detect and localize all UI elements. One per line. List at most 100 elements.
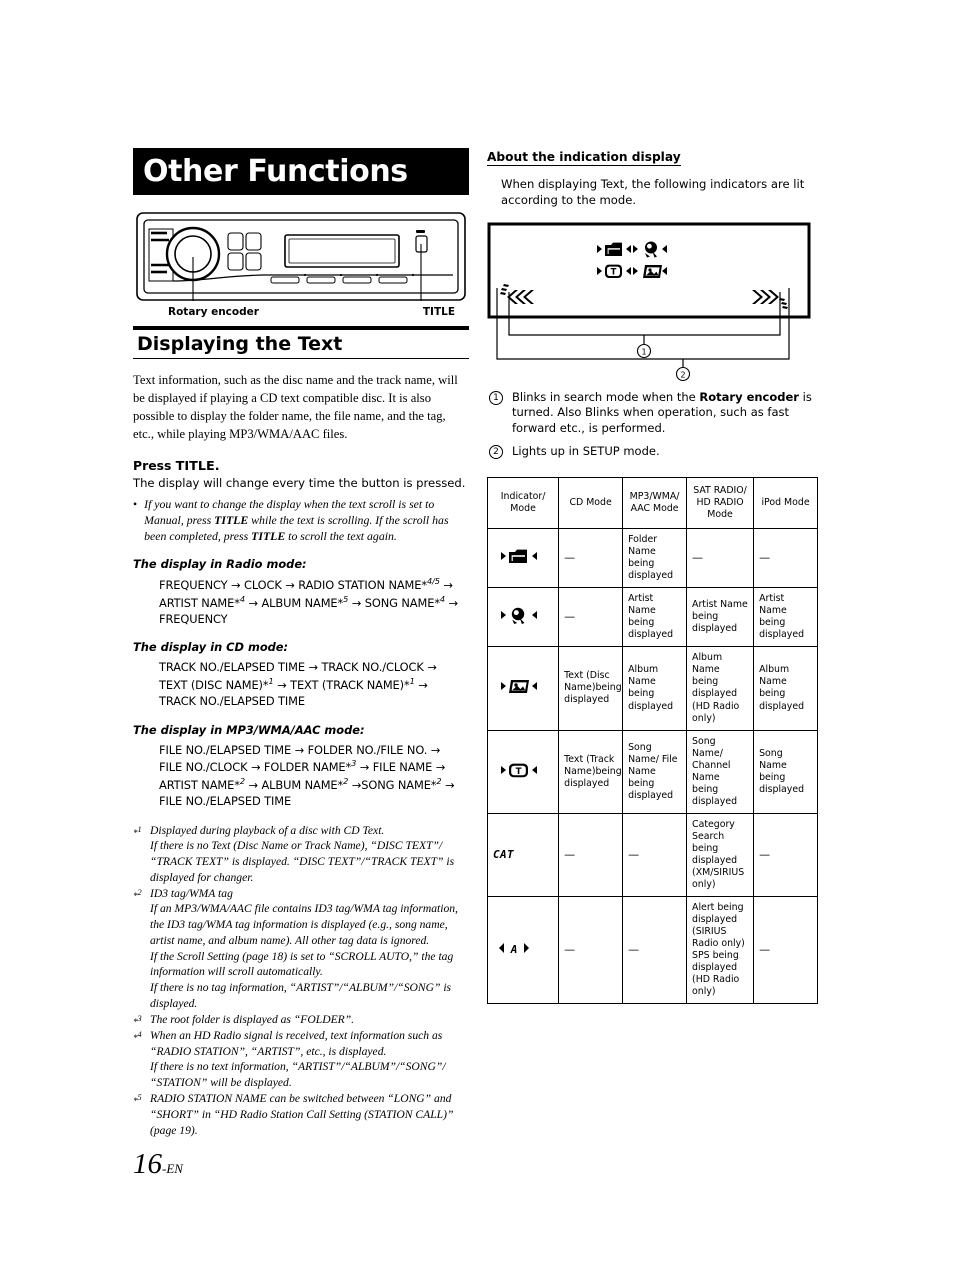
cell-mp3: Song Name/ File Name being displayed: [622, 729, 688, 814]
cell-mp3: —: [622, 895, 688, 1005]
callout-rotary-encoder: Rotary encoder: [168, 306, 259, 318]
cell-cd: Text (Disc Name)being displayed: [558, 646, 624, 731]
head-unit-illustration: Rotary encoder TITLE: [133, 209, 469, 318]
flow-heading-radio: The display in Radio mode:: [133, 557, 307, 572]
footnote-line: If there is no Text (Disc Name or Track …: [150, 839, 455, 884]
cell-ipod: Song Name being displayed: [753, 729, 818, 814]
cell-mp3: Album Name being displayed: [622, 646, 688, 731]
alert-icon: A: [499, 943, 529, 956]
cell-cd: —: [558, 587, 624, 648]
table-header-row: Indicator/ Mode CD Mode MP3/WMA/ AAC Mod…: [486, 477, 818, 530]
row-indicator-cat: CAT: [486, 812, 560, 897]
flow-line: FREQUENCY → CLOCK → RADIO STATION NAME*4…: [159, 576, 453, 593]
table-row: — Artist Name being displayed Artist Nam…: [486, 587, 818, 648]
table-row: T Text (Track Name)being displayed Song …: [486, 729, 818, 814]
page-number-value: 16: [133, 1148, 162, 1180]
cell-ipod: Artist Name being displayed: [753, 587, 818, 648]
callout-number-1: 1: [641, 347, 646, 356]
press-prefix: Press: [133, 457, 176, 473]
footnote: *3 The root folder is displayed as “FOLD…: [133, 1012, 469, 1028]
display-flow-mp3: The display in MP3/WMA/AAC mode: FILE NO…: [133, 723, 469, 810]
header-mp3-mode: MP3/WMA/ AAC Mode: [622, 477, 688, 530]
svg-text:A: A: [510, 943, 518, 956]
bullet-key2: TITLE: [251, 529, 286, 544]
footnote: *2 ID3 tag/WMA tag If an MP3/WMA/AAC fil…: [133, 886, 469, 1012]
indication-display-intro: When displaying Text, the following indi…: [501, 177, 805, 207]
folder-icon: [501, 549, 537, 564]
header-ipod-mode: iPod Mode: [753, 477, 818, 530]
chapter-title: Other Functions: [143, 154, 408, 189]
album-picture-icon: [501, 680, 537, 694]
footnote-line: If an MP3/WMA/AAC file contains ID3 tag/…: [150, 902, 458, 947]
flow-heading-mp3: The display in MP3/WMA/AAC mode:: [133, 722, 365, 737]
cell-mp3: Artist Name being displayed: [622, 587, 688, 648]
cell-mp3: —: [622, 812, 688, 897]
bullet-dot: •: [133, 497, 138, 512]
cell-sat: Category Search being displayed (XM/SIRI…: [686, 812, 755, 897]
flow-heading-cd: The display in CD mode:: [133, 640, 289, 655]
footnote-body: ID3 tag/WMA tag If an MP3/WMA/AAC file c…: [150, 886, 469, 1012]
left-column: Other Functions Rotary encoder TITLE Dis…: [133, 148, 469, 1138]
table-row: A — — Alert being displayed (SIRIUS Radi…: [486, 895, 818, 1005]
cell-sat: Artist Name being displayed: [686, 587, 755, 648]
flow-lines-cd: TRACK NO./ELAPSED TIME → TRACK NO./CLOCK…: [159, 659, 469, 709]
bullet-key1: TITLE: [214, 513, 249, 528]
cell-ipod: —: [753, 528, 818, 589]
note-part1: Blinks in search mode when the: [512, 389, 700, 404]
svg-text:T: T: [516, 767, 522, 777]
display-flow-radio: The display in Radio mode: FREQUENCY → C…: [133, 557, 469, 627]
footnote-body: When an HD Radio signal is received, tex…: [150, 1028, 469, 1091]
cell-cd: Text (Track Name)being displayed: [558, 729, 624, 814]
footnote-mark: *2: [133, 887, 142, 901]
note-text: Blinks in search mode when the Rotary en…: [512, 390, 821, 437]
footnote-body: Displayed during playback of a disc with…: [150, 823, 469, 886]
note-part1: Lights up in SETUP mode.: [512, 444, 660, 459]
note-number-badge: 2: [489, 445, 503, 460]
section-heading: Displaying the Text: [133, 326, 469, 359]
flow-line: TEXT (DISC NAME)*1 → TEXT (TRACK NAME)*1…: [159, 675, 428, 692]
svg-text:T: T: [611, 266, 617, 276]
note-text: Lights up in SETUP mode.: [512, 444, 660, 460]
right-column: About the indication display When displa…: [486, 148, 821, 1005]
note-bold: Rotary encoder: [699, 389, 799, 404]
cat-indicator-label: CAT: [493, 847, 515, 861]
footnote-mark: *3: [133, 1013, 142, 1027]
indication-note-1: 1 Blinks in search mode when the Rotary …: [489, 390, 821, 437]
footnote-line: When an HD Radio signal is received, tex…: [150, 1028, 443, 1058]
header-indicator-mode: Indicator/ Mode: [486, 477, 560, 530]
artist-mic-icon: [501, 608, 537, 625]
cell-ipod: —: [753, 895, 818, 1005]
footnote-list: *1 Displayed during playback of a disc w…: [133, 823, 469, 1139]
footnote-body: RADIO STATION NAME can be switched betwe…: [150, 1091, 469, 1138]
indicator-mode-table: Indicator/ Mode CD Mode MP3/WMA/ AAC Mod…: [486, 477, 818, 1005]
footnote-line: ID3 tag/WMA tag: [150, 886, 233, 900]
cell-cd: —: [558, 812, 624, 897]
flow-line: TRACK NO./ELAPSED TIME: [159, 694, 305, 709]
footnote-mark: *5: [133, 1093, 142, 1107]
press-title-instruction: Press TITLE.: [133, 458, 469, 474]
footnote-body: The root folder is displayed as “FOLDER”…: [150, 1012, 469, 1028]
row-indicator-track: T: [486, 729, 560, 814]
footnote: *1 Displayed during playback of a disc w…: [133, 823, 469, 886]
header-cd-mode: CD Mode: [558, 477, 624, 530]
manual-page: Other Functions Rotary encoder TITLE Dis…: [0, 0, 954, 1278]
press-title-subtext: The display will change every time the b…: [133, 475, 466, 490]
flow-lines-mp3: FILE NO./ELAPSED TIME → FOLDER NO./FILE …: [159, 742, 469, 810]
table-row: Text (Disc Name)being displayed Album Na…: [486, 646, 818, 731]
cell-sat: Alert being displayed (SIRIUS Radio only…: [686, 895, 755, 1005]
bullet-text: If you want to change the display when t…: [144, 496, 469, 544]
track-title-icon: T: [501, 763, 537, 777]
row-indicator-album: [486, 646, 560, 731]
indication-display-heading: About the indication display: [487, 150, 681, 166]
footnote-mark: *4: [133, 1029, 142, 1043]
flow-lines-radio: FREQUENCY → CLOCK → RADIO STATION NAME*4…: [159, 576, 469, 627]
flow-line: FILE NO./ELAPSED TIME: [159, 794, 292, 808]
callout-number-2: 2: [680, 370, 685, 379]
page-number: 16-EN: [133, 1148, 183, 1181]
section-intro-paragraph: Text information, such as the disc name …: [133, 373, 458, 441]
row-indicator-alert: A: [486, 895, 560, 1005]
press-key: TITLE.: [175, 458, 220, 474]
flow-line: FILE NO./ELAPSED TIME → FOLDER NO./FILE …: [159, 742, 441, 757]
cell-cd: —: [558, 528, 624, 589]
scroll-bullet-note: • If you want to change the display when…: [133, 496, 469, 544]
